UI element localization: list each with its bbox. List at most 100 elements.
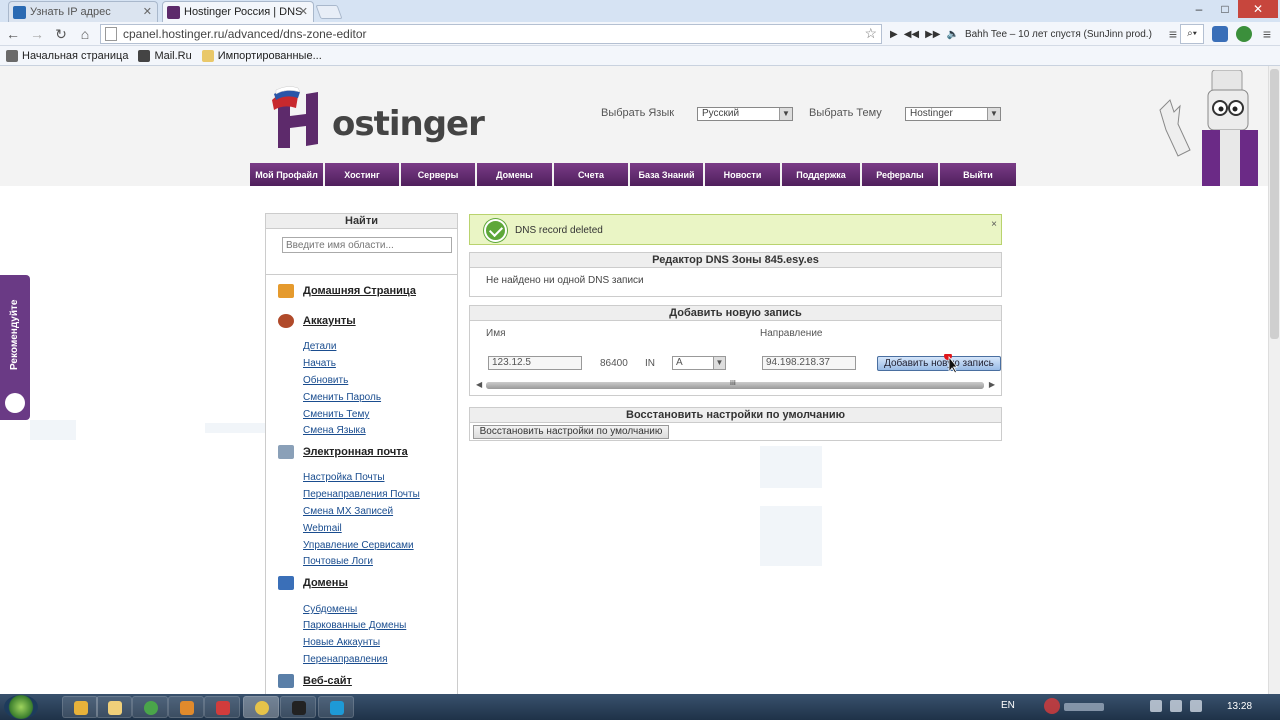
- extension-icon[interactable]: [1212, 26, 1228, 42]
- taskbar-app-active[interactable]: [243, 696, 279, 718]
- scroll-right-icon[interactable]: ▶: [989, 380, 995, 389]
- link-redirects[interactable]: Перенаправления: [303, 654, 388, 665]
- start-button[interactable]: [4, 695, 38, 719]
- bookmark-item[interactable]: Mail.Ru: [138, 49, 192, 62]
- nav-knowledge-base[interactable]: База Знаний: [630, 163, 705, 186]
- minimize-button[interactable]: –: [1186, 0, 1212, 18]
- nav-my-profile[interactable]: Мой Профайл: [250, 163, 325, 186]
- restore-defaults-button[interactable]: Восстановить настройки по умолчанию: [473, 425, 669, 439]
- link-webmail[interactable]: Webmail: [303, 523, 342, 534]
- taskbar-app[interactable]: [204, 696, 240, 718]
- taskbar-app[interactable]: [62, 696, 98, 718]
- taskbar-app[interactable]: [280, 696, 316, 718]
- ip-icon: [13, 5, 26, 19]
- language-indicator[interactable]: EN: [1001, 700, 1015, 711]
- link-details[interactable]: Детали: [303, 341, 336, 352]
- page-scroll-thumb[interactable]: [1270, 69, 1279, 339]
- nav-logout[interactable]: Выйти: [940, 163, 1016, 186]
- add-record-button[interactable]: Добавить новую запись: [877, 356, 1001, 371]
- volume-icon[interactable]: [1190, 700, 1202, 712]
- scroll-left-icon[interactable]: ◀: [476, 380, 482, 389]
- success-alert: DNS record deleted ×: [469, 214, 1002, 245]
- chevron-down-icon: ▼: [987, 108, 1000, 120]
- link-mx-records[interactable]: Смена MX Записей: [303, 506, 393, 517]
- nav-news[interactable]: Новости: [705, 163, 782, 186]
- next-icon[interactable]: ▶▶: [925, 29, 940, 40]
- console-icon: [292, 701, 306, 715]
- extension-icon[interactable]: [1236, 26, 1252, 42]
- link-service-management[interactable]: Управление Сервисами: [303, 540, 414, 551]
- taskbar-app[interactable]: [318, 696, 354, 718]
- horizontal-scrollbar[interactable]: ◀ III ▶: [474, 380, 997, 390]
- empty-records-text: Не найдено ни одной DNS записи: [486, 275, 644, 286]
- address-bar[interactable]: cpanel.hostinger.ru/advanced/dns-zone-ed…: [100, 24, 882, 44]
- play-icon[interactable]: ▶: [890, 29, 898, 40]
- settings-icon[interactable]: ≡: [1258, 25, 1276, 43]
- link-change-theme[interactable]: Сменить Тему: [303, 409, 369, 420]
- back-icon[interactable]: ←: [4, 25, 22, 43]
- hostinger-logo[interactable]: ostinger: [268, 86, 508, 156]
- alert-close-icon[interactable]: ×: [991, 219, 997, 230]
- language-label: Выбрать Язык: [601, 107, 675, 119]
- link-change-password[interactable]: Сменить Пароль: [303, 392, 381, 403]
- restore-title: Восстановить настройки по умолчанию: [470, 408, 1001, 423]
- new-tab-button[interactable]: [315, 5, 343, 19]
- link-parked-domains[interactable]: Паркованные Домены: [303, 620, 406, 631]
- volume-icon[interactable]: 🔈: [946, 29, 958, 40]
- type-select[interactable]: A ▼: [672, 356, 726, 370]
- forward-icon[interactable]: →: [28, 25, 46, 43]
- mailru-icon: [138, 49, 151, 62]
- section-title[interactable]: Домены: [303, 577, 348, 589]
- section-title[interactable]: Аккаунты: [303, 315, 356, 327]
- recorder-controls[interactable]: [1064, 703, 1104, 711]
- skype-icon: [330, 701, 344, 715]
- link-change-language[interactable]: Смена Языка: [303, 425, 366, 436]
- prev-icon[interactable]: ◀◀: [904, 29, 919, 40]
- link-mail-logs[interactable]: Почтовые Логи: [303, 556, 373, 567]
- section-title[interactable]: Электронная почта: [303, 446, 408, 458]
- window-close-button[interactable]: ✕: [1238, 0, 1278, 18]
- search-icon[interactable]: ⌕▾: [1180, 24, 1204, 44]
- page-scrollbar[interactable]: [1268, 66, 1280, 694]
- nav-referrals[interactable]: Рефералы: [862, 163, 940, 186]
- taskbar-app[interactable]: [132, 696, 168, 718]
- link-mail-settings[interactable]: Настройка Почты: [303, 472, 385, 483]
- nav-domains[interactable]: Домены: [477, 163, 554, 186]
- record-icon[interactable]: [1044, 698, 1060, 714]
- star-icon[interactable]: ☆: [864, 25, 877, 42]
- link-start[interactable]: Начать: [303, 358, 336, 369]
- reload-icon[interactable]: ↻: [52, 25, 70, 43]
- recommend-label: Рекомендуйте: [9, 299, 20, 371]
- taskbar-app[interactable]: [168, 696, 204, 718]
- nav-servers[interactable]: Серверы: [401, 163, 477, 186]
- link-subdomains[interactable]: Субдомены: [303, 604, 357, 615]
- nav-support[interactable]: Поддержка: [782, 163, 862, 186]
- name-input[interactable]: 123.12.5: [488, 356, 582, 370]
- tray-icon[interactable]: [1150, 700, 1162, 712]
- nav-billing[interactable]: Счета: [554, 163, 630, 186]
- bookmark-item[interactable]: Начальная страница: [6, 49, 128, 62]
- taskbar-app[interactable]: [96, 696, 132, 718]
- link-update[interactable]: Обновить: [303, 375, 348, 386]
- language-select[interactable]: Русский ▼: [697, 107, 793, 121]
- url-text: cpanel.hostinger.ru/advanced/dns-zone-ed…: [123, 27, 367, 41]
- link-new-accounts[interactable]: Новые Аккаунты: [303, 637, 380, 648]
- tab-hostinger[interactable]: Hostinger Россия | DNS Z ✕: [162, 1, 314, 22]
- theme-select[interactable]: Hostinger ▼: [905, 107, 1001, 121]
- find-input[interactable]: [282, 237, 452, 253]
- network-icon[interactable]: [1170, 700, 1182, 712]
- target-input[interactable]: 94.198.218.37: [762, 356, 856, 370]
- dns-editor-title: Редактор DNS Зоны 845.esy.es: [470, 253, 1001, 268]
- section-title[interactable]: Домашняя Страница: [303, 285, 416, 297]
- link-mail-forwarders[interactable]: Перенаправления Почты: [303, 489, 420, 500]
- nav-hosting[interactable]: Хостинг: [325, 163, 401, 186]
- bookmark-folder[interactable]: Импортированные...: [201, 49, 322, 62]
- close-icon[interactable]: ✕: [299, 5, 308, 18]
- maximize-button[interactable]: □: [1212, 0, 1238, 18]
- tab-ip[interactable]: Узнать IP адрес ✕: [8, 1, 158, 22]
- now-playing: Bahh Tee – 10 лет спустя (SunJinn prod.): [964, 28, 1152, 40]
- home-icon[interactable]: ⌂: [76, 25, 94, 43]
- section-title[interactable]: Веб-сайт: [303, 675, 352, 687]
- recommend-tab[interactable]: Рекомендуйте: [0, 275, 30, 420]
- close-icon[interactable]: ✕: [143, 5, 152, 18]
